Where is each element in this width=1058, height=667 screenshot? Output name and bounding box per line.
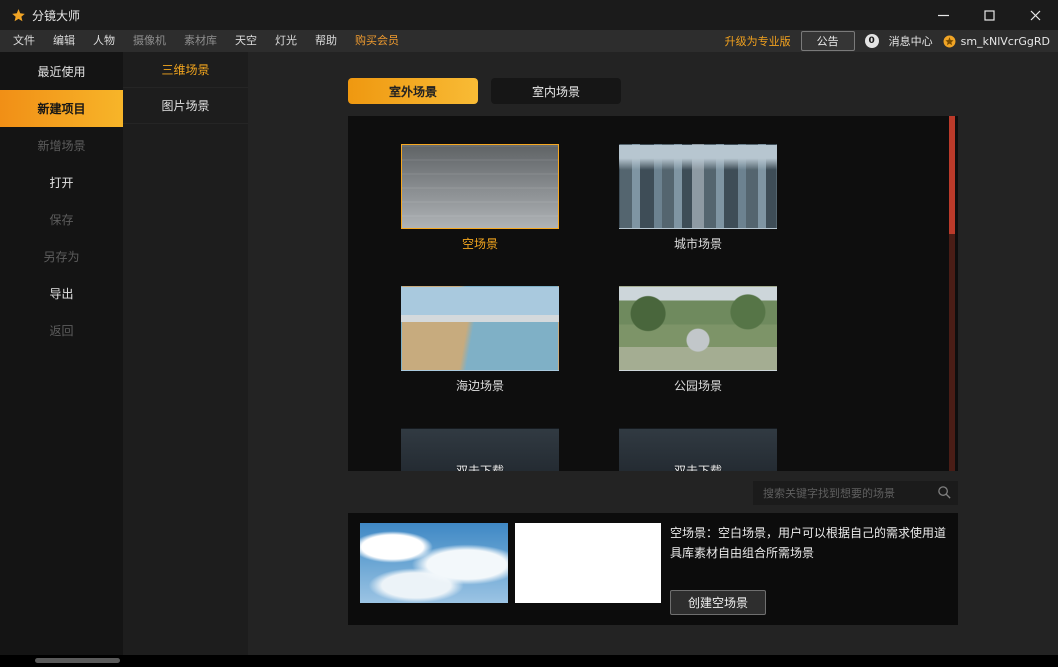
search-row <box>348 481 958 505</box>
user-account[interactable]: sm_kNlVcrGgRD <box>943 35 1050 48</box>
scrollbar-thumb[interactable] <box>949 116 955 234</box>
scene-label: 海边场景 <box>455 379 504 393</box>
download-overlay-label: 双击下载 <box>673 464 722 471</box>
scene-thumbnail-park[interactable] <box>619 286 777 371</box>
scene-card-download-2[interactable]: 双击下载 <box>619 428 777 471</box>
tab-indoor-scene[interactable]: 室内场景 <box>491 78 621 104</box>
scene-label: 公园场景 <box>673 379 722 393</box>
scene-description: 空场景：空白场景，用户可以根据自己的需求使用道具库素材自由组合所需场景 <box>670 526 947 561</box>
app-window: 分镜大师 文件 编辑 人物 摄像机 素材库 天空 灯光 帮助 购买会员 升级为专… <box>0 0 1058 667</box>
close-icon[interactable] <box>1012 0 1058 30</box>
subsidebar-item-image-scene[interactable]: 图片场景 <box>123 88 248 124</box>
menu-buy-membership[interactable]: 购买会员 <box>346 30 408 52</box>
preview-image-blank <box>515 523 661 603</box>
scene-label: 城市场景 <box>673 237 722 251</box>
sidebar-item-new-project[interactable]: 新建项目 <box>0 90 123 127</box>
user-avatar-icon <box>943 35 956 47</box>
minimize-icon[interactable] <box>920 0 966 30</box>
scene-thumbnail-beach[interactable] <box>401 286 559 371</box>
message-center-link[interactable]: 消息中心 <box>889 33 933 49</box>
menu-camera[interactable]: 摄像机 <box>124 30 175 52</box>
scene-card-city[interactable]: 城市场景 <box>619 144 777 252</box>
upgrade-pro-link[interactable]: 升级为专业版 <box>725 33 791 49</box>
scene-thumbnail-city[interactable] <box>619 144 777 229</box>
scene-card-beach[interactable]: 海边场景 <box>401 286 559 394</box>
app-logo-icon <box>10 7 26 23</box>
bottom-bar <box>0 655 1058 667</box>
sidebar-item-add-scene[interactable]: 新增场景 <box>0 127 123 164</box>
sidebar-item-back[interactable]: 返回 <box>0 312 123 349</box>
sidebar: 最近使用 新建项目 新增场景 打开 保存 另存为 导出 返回 <box>0 52 123 655</box>
message-count-badge: 0 <box>864 34 879 48</box>
announcement-button[interactable]: 公告 <box>800 31 855 51</box>
search-icon[interactable] <box>937 485 952 504</box>
sidebar-item-save[interactable]: 保存 <box>0 201 123 238</box>
download-overlay-label: 双击下载 <box>455 464 504 471</box>
scene-card-empty[interactable]: 空场景 <box>401 144 559 252</box>
scene-label: 空场景 <box>461 237 498 251</box>
scene-thumbnail-download[interactable]: 双击下载 <box>619 428 777 471</box>
sub-sidebar: 三维场景 图片场景 <box>123 52 248 655</box>
maximize-icon[interactable] <box>966 0 1012 30</box>
scene-list-panel: 空场景 城市场景 海边场景 公园场景 双击下载 双击下载 <box>348 116 958 471</box>
scene-tabs: 室外场景 室内场景 <box>348 78 958 104</box>
scene-detail-panel: 空场景：空白场景，用户可以根据自己的需求使用道具库素材自由组合所需场景 创建空场… <box>348 513 958 625</box>
search-input[interactable] <box>753 481 958 505</box>
subsidebar-item-3d-scene[interactable]: 三维场景 <box>123 52 248 88</box>
scene-card-download-1[interactable]: 双击下载 <box>401 428 559 471</box>
scene-thumbnail-empty[interactable] <box>401 144 559 229</box>
menu-sky[interactable]: 天空 <box>226 30 266 52</box>
tab-outdoor-scene[interactable]: 室外场景 <box>348 78 478 104</box>
horizontal-scrollbar[interactable] <box>35 658 120 663</box>
create-empty-scene-button[interactable]: 创建空场景 <box>670 590 767 615</box>
username-label: sm_kNlVcrGgRD <box>960 34 1050 48</box>
sidebar-item-export[interactable]: 导出 <box>0 275 123 312</box>
sidebar-item-open[interactable]: 打开 <box>0 164 123 201</box>
scene-card-park[interactable]: 公园场景 <box>619 286 777 394</box>
preview-image-sky <box>360 523 508 603</box>
sidebar-item-save-as[interactable]: 另存为 <box>0 238 123 275</box>
menu-character[interactable]: 人物 <box>84 30 124 52</box>
scene-thumbnail-download[interactable]: 双击下载 <box>401 428 559 471</box>
menu-file[interactable]: 文件 <box>4 30 44 52</box>
menubar: 文件 编辑 人物 摄像机 素材库 天空 灯光 帮助 购买会员 升级为专业版 公告… <box>0 30 1058 52</box>
menu-light[interactable]: 灯光 <box>266 30 306 52</box>
main-area: 室外场景 室内场景 空场景 城市场景 海边场景 公园场景 双击下载 双击下载 搜… <box>248 52 1058 655</box>
window-title: 分镜大师 <box>32 8 81 23</box>
menu-help[interactable]: 帮助 <box>306 30 346 52</box>
titlebar: 分镜大师 <box>0 0 1058 30</box>
vertical-scrollbar[interactable] <box>949 116 955 471</box>
menu-material-library[interactable]: 素材库 <box>175 30 226 52</box>
sidebar-item-recent[interactable]: 最近使用 <box>0 53 123 90</box>
menu-edit[interactable]: 编辑 <box>44 30 84 52</box>
scene-grid: 空场景 城市场景 海边场景 公园场景 双击下载 双击下载 <box>348 116 958 471</box>
